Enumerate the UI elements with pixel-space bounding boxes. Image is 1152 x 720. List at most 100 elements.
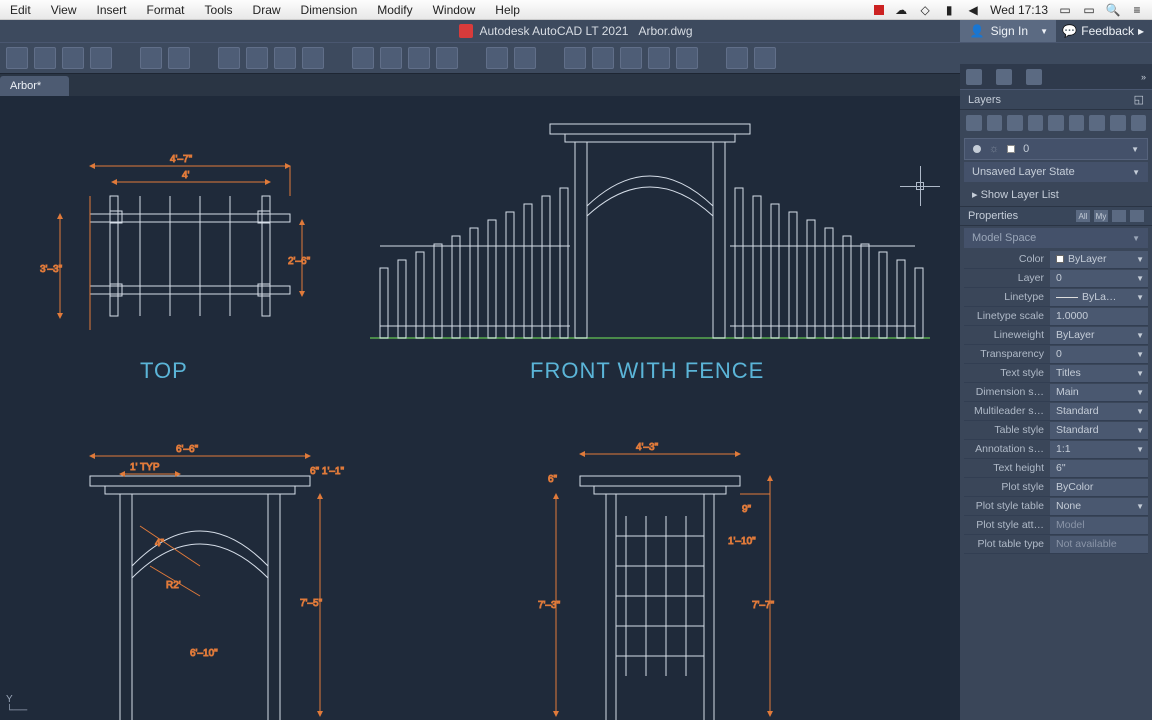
tool1-button[interactable] — [564, 47, 586, 69]
prop-label: Plot style table — [964, 500, 1050, 512]
layer-tool-1[interactable] — [966, 115, 982, 131]
tool5-button[interactable] — [676, 47, 698, 69]
tray-volume-icon[interactable]: ◀ — [966, 3, 980, 17]
tool2-button[interactable] — [592, 47, 614, 69]
prop-value[interactable]: ByColor — [1050, 479, 1148, 496]
prop-value[interactable]: Standard▼ — [1050, 422, 1148, 439]
chevron-down-icon: ▼ — [1131, 145, 1139, 154]
new-button[interactable] — [6, 47, 28, 69]
props-pick-icon[interactable] — [1112, 210, 1126, 222]
chevron-down-icon: ▼ — [1040, 27, 1048, 36]
tool7-button[interactable] — [754, 47, 776, 69]
bubble-icon: 💬 — [1062, 24, 1077, 38]
menu-view[interactable]: View — [41, 3, 87, 17]
show-layer-list-toggle[interactable]: ▸ Show Layer List — [964, 184, 1148, 204]
properties-panel-header[interactable]: Properties All My — [960, 206, 1152, 226]
paste-button[interactable] — [408, 47, 430, 69]
signin-button[interactable]: 👤 Sign In ▼ — [960, 20, 1056, 42]
layer-tool-7[interactable] — [1089, 115, 1105, 131]
saveas-button[interactable] — [90, 47, 112, 69]
prop-row-text-height: Text height6" — [964, 459, 1148, 478]
prop-value[interactable]: Titles▼ — [1050, 365, 1148, 382]
prop-value[interactable]: ByLa…▼ — [1050, 289, 1148, 306]
tray-search-icon[interactable]: 🔍 — [1106, 3, 1120, 17]
current-layer-dropdown[interactable]: ☼ 0 ▼ — [964, 138, 1148, 160]
tray-wifi-icon[interactable]: ◇ — [918, 3, 932, 17]
tool6-button[interactable] — [726, 47, 748, 69]
user-icon: 👤 — [970, 24, 985, 38]
plot-button[interactable] — [218, 47, 240, 69]
sp-tab-3[interactable] — [1026, 69, 1042, 85]
page-setup-button[interactable] — [302, 47, 324, 69]
tray-menu-icon[interactable]: ≡ — [1130, 3, 1144, 17]
plot-preview-button[interactable] — [246, 47, 268, 69]
prop-value[interactable]: Standard▼ — [1050, 403, 1148, 420]
menu-draw[interactable]: Draw — [243, 3, 291, 17]
layer-tool-2[interactable] — [987, 115, 1003, 131]
copy-button[interactable] — [380, 47, 402, 69]
menu-window[interactable]: Window — [423, 3, 486, 17]
layer-on-icon — [973, 145, 981, 153]
undo-button[interactable] — [140, 47, 162, 69]
svg-text:4'–7": 4'–7" — [170, 154, 193, 165]
menu-edit[interactable]: Edit — [0, 3, 41, 17]
prop-value[interactable]: 0▼ — [1050, 270, 1148, 287]
redo-button[interactable] — [168, 47, 190, 69]
layer-tool-5[interactable] — [1048, 115, 1064, 131]
svg-text:9": 9" — [742, 504, 752, 515]
props-filter-my[interactable]: My — [1094, 210, 1108, 222]
menu-help[interactable]: Help — [485, 3, 530, 17]
sp-tab-1[interactable] — [966, 69, 982, 85]
open-button[interactable] — [34, 47, 56, 69]
app-titlebar: Autodesk AutoCAD LT 2021 Arbor.dwg 👤 Sig… — [0, 20, 1152, 42]
sp-tab-2[interactable] — [996, 69, 1012, 85]
prop-value[interactable]: 0▼ — [1050, 346, 1148, 363]
layer-tool-9[interactable] — [1131, 115, 1147, 131]
prop-value[interactable]: None▼ — [1050, 498, 1148, 515]
props-fil-all[interactable]: All — [1076, 210, 1090, 222]
prop-value[interactable]: ByLayer▼ — [1050, 327, 1148, 344]
save-button[interactable] — [62, 47, 84, 69]
app-title: Autodesk AutoCAD LT 2021 Arbor.dwg — [479, 24, 692, 38]
layers-collapse-icon[interactable]: ◱ — [1134, 93, 1144, 106]
layer-tool-3[interactable] — [1007, 115, 1023, 131]
props-collapse-icon[interactable] — [1130, 210, 1144, 222]
block-button[interactable] — [486, 47, 508, 69]
layer-tool-6[interactable] — [1069, 115, 1085, 131]
layer-tool-8[interactable] — [1110, 115, 1126, 131]
prop-value[interactable]: Main▼ — [1050, 384, 1148, 401]
tray-record-icon[interactable] — [874, 5, 884, 15]
tray-user-icon[interactable]: ▭ — [1082, 3, 1096, 17]
prop-value[interactable]: Not available — [1050, 536, 1148, 553]
menu-insert[interactable]: Insert — [86, 3, 136, 17]
matchprop-button[interactable] — [436, 47, 458, 69]
document-tab[interactable]: Arbor* — [0, 76, 69, 96]
drawing-canvas[interactable]: 4'–7" 4' 3'–3" 2'–6" — [0, 96, 960, 720]
tool3-button[interactable] — [620, 47, 642, 69]
layers-panel-header[interactable]: Layers ◱ — [960, 90, 1152, 110]
cut-button[interactable] — [352, 47, 374, 69]
menu-modify[interactable]: Modify — [367, 3, 422, 17]
prop-value[interactable]: ByLayer▼ — [1050, 251, 1148, 268]
tool4-button[interactable] — [648, 47, 670, 69]
prop-value[interactable]: 1:1▼ — [1050, 441, 1148, 458]
selection-dropdown[interactable]: Model Space ▼ — [964, 228, 1148, 248]
tray-clock[interactable]: Wed 17:13 — [990, 3, 1048, 17]
tray-flag-icon[interactable]: ▭ — [1058, 3, 1072, 17]
sp-expand-icon[interactable]: » — [1141, 72, 1146, 82]
tray-cloud-icon[interactable]: ☁ — [894, 3, 908, 17]
publish-button[interactable] — [274, 47, 296, 69]
menu-format[interactable]: Format — [137, 3, 195, 17]
prop-value[interactable]: Model — [1050, 517, 1148, 534]
menu-dimension[interactable]: Dimension — [291, 3, 368, 17]
layer-state-dropdown[interactable]: Unsaved Layer State▼ — [964, 162, 1148, 182]
prop-label: Plot table type — [964, 538, 1050, 550]
pan-button[interactable] — [514, 47, 536, 69]
menu-tools[interactable]: Tools — [195, 3, 243, 17]
prop-row-plot-style-att-: Plot style att…Model — [964, 516, 1148, 535]
prop-value[interactable]: 6" — [1050, 460, 1148, 477]
feedback-button[interactable]: 💬 Feedback▸ — [1054, 20, 1152, 42]
layer-tool-4[interactable] — [1028, 115, 1044, 131]
prop-value[interactable]: 1.0000 — [1050, 308, 1148, 325]
tray-battery-icon[interactable]: ▮ — [942, 3, 956, 17]
